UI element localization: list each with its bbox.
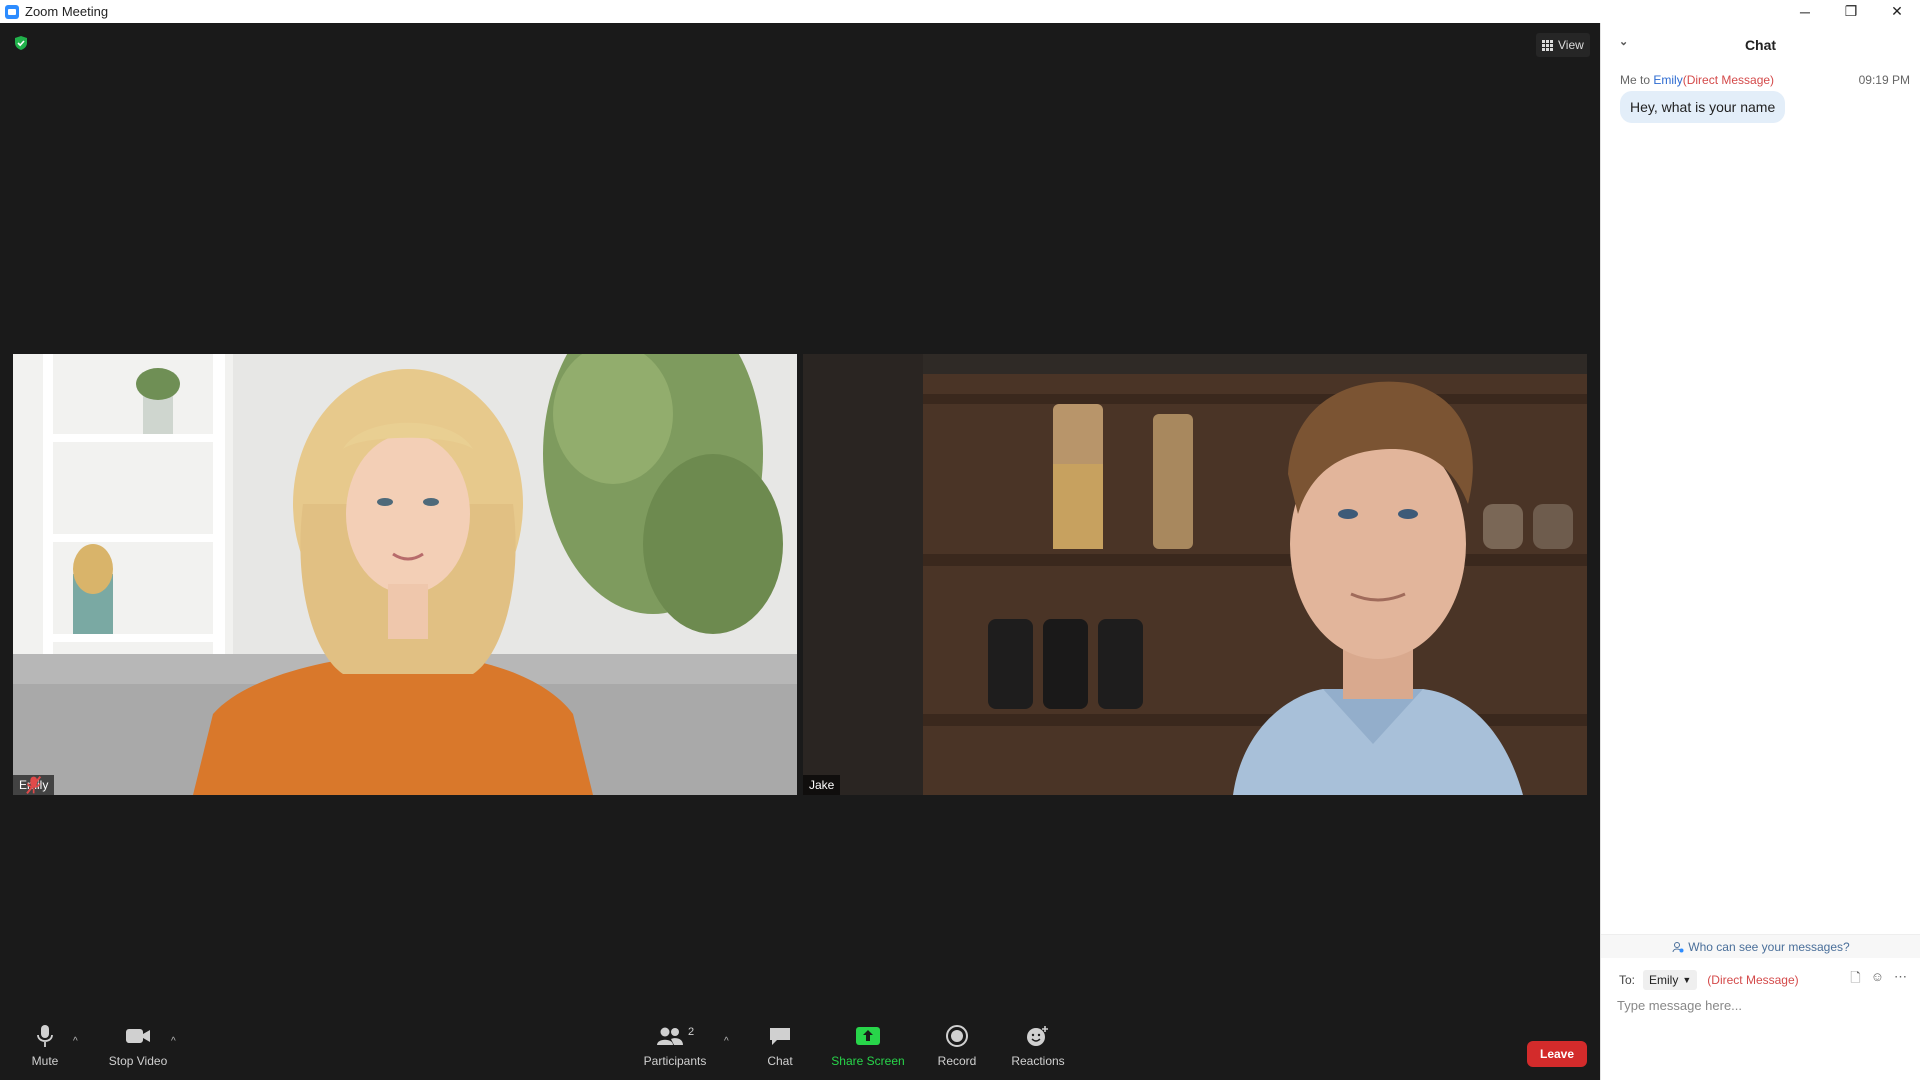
participants-icon: 2 xyxy=(656,1022,694,1050)
video-tile-emily[interactable]: Emily xyxy=(13,354,797,795)
to-label: To: xyxy=(1619,973,1636,987)
title-bar: Zoom Meeting ─ ❐ ✕ xyxy=(0,0,1920,23)
stop-video-button[interactable]: Stop Video xyxy=(106,1010,170,1080)
window-title: Zoom Meeting xyxy=(25,4,109,19)
participant-name-tag: Jake xyxy=(803,775,841,795)
file-icon[interactable]: 🗋 xyxy=(1850,969,1860,991)
emoji-icon[interactable]: ☺ xyxy=(1871,969,1884,991)
recipient-dropdown[interactable]: Emily ▼ xyxy=(1643,970,1698,990)
direct-message-tag: (Direct Message) xyxy=(1682,73,1775,87)
restore-button[interactable]: ❐ xyxy=(1828,0,1874,23)
record-button[interactable]: Record xyxy=(936,1010,978,1080)
microphone-icon xyxy=(37,1022,53,1050)
video-camera-icon xyxy=(125,1022,151,1050)
participant-name: Jake xyxy=(809,778,835,792)
participants-button[interactable]: 2 Participants xyxy=(642,1010,708,1080)
share-screen-button[interactable]: Share Screen xyxy=(830,1010,906,1080)
message-input[interactable] xyxy=(1617,998,1907,1058)
meeting-toolbar: Mute ^ Stop Video ^ 2 Participants ^ Cha… xyxy=(0,1010,1600,1080)
view-button[interactable]: View xyxy=(1536,33,1590,57)
chat-title: Chat xyxy=(1744,37,1777,53)
encryption-shield-icon[interactable] xyxy=(13,35,29,51)
message-header: Me to Emily(Direct Message) 09:19 PM xyxy=(1620,73,1910,87)
chat-button[interactable]: Chat xyxy=(762,1010,798,1080)
recipient-dm-tag: (Direct Message) xyxy=(1707,973,1799,987)
view-label: View xyxy=(1558,38,1584,52)
record-icon xyxy=(946,1022,968,1050)
reactions-smiley-icon xyxy=(1026,1022,1050,1050)
video-tile-jake[interactable]: Jake xyxy=(803,354,1587,795)
participants-count: 2 xyxy=(687,1026,695,1038)
chevron-down-icon: ▼ xyxy=(1682,975,1692,985)
emily-video-feed xyxy=(13,354,797,795)
window-controls: ─ ❐ ✕ xyxy=(1782,0,1920,23)
muted-mic-icon xyxy=(26,776,42,794)
chat-actions: 🗋 ☺ ⋯ xyxy=(1850,969,1907,991)
minimize-button[interactable]: ─ xyxy=(1782,0,1828,23)
privacy-person-icon xyxy=(1672,941,1684,952)
zoom-app-icon xyxy=(5,4,19,19)
chat-panel: ⌄ Chat Me to Emily(Direct Message) 09:19… xyxy=(1600,23,1920,1080)
chat-message-bubble[interactable]: Hey, what is your name xyxy=(1620,91,1786,123)
video-options-caret[interactable]: ^ xyxy=(171,1036,176,1047)
stop-video-label: Stop Video xyxy=(108,1054,168,1068)
share-screen-icon xyxy=(855,1022,881,1050)
reactions-button[interactable]: Reactions xyxy=(1010,1010,1066,1080)
leave-button[interactable]: Leave xyxy=(1527,1041,1587,1067)
participants-label: Participants xyxy=(643,1054,707,1068)
mute-button[interactable]: Mute xyxy=(28,1010,62,1080)
meeting-area: View Jake xyxy=(0,23,1600,1080)
mute-label: Mute xyxy=(31,1054,59,1068)
more-options-icon[interactable]: ⋯ xyxy=(1894,969,1907,991)
chat-bubble-icon xyxy=(768,1022,792,1050)
message-sender: Me to xyxy=(1620,73,1654,87)
recipient-selected: Emily xyxy=(1649,973,1679,987)
who-can-see-messages-link[interactable]: Who can see your messages? xyxy=(1601,934,1920,958)
jake-video-feed xyxy=(803,354,1587,795)
recipient-row: To: Emily ▼ (Direct Message) 🗋 ☺ ⋯ xyxy=(1601,967,1920,993)
share-screen-label: Share Screen xyxy=(831,1054,905,1068)
message-recipient[interactable]: Emily xyxy=(1653,73,1682,87)
participants-options-caret[interactable]: ^ xyxy=(724,1036,729,1047)
reactions-label: Reactions xyxy=(1011,1054,1065,1068)
participant-name-tag: Emily xyxy=(13,775,55,795)
collapse-chevron-icon[interactable]: ⌄ xyxy=(1619,35,1628,48)
who-can-see-label: Who can see your messages? xyxy=(1688,939,1850,954)
chat-label: Chat xyxy=(767,1054,793,1068)
audio-options-caret[interactable]: ^ xyxy=(73,1036,78,1047)
chat-header: ⌄ Chat xyxy=(1601,23,1920,67)
message-timestamp: 09:19 PM xyxy=(1858,73,1910,87)
grid-view-icon xyxy=(1542,39,1553,51)
close-button[interactable]: ✕ xyxy=(1874,0,1920,23)
record-label: Record xyxy=(937,1054,977,1068)
